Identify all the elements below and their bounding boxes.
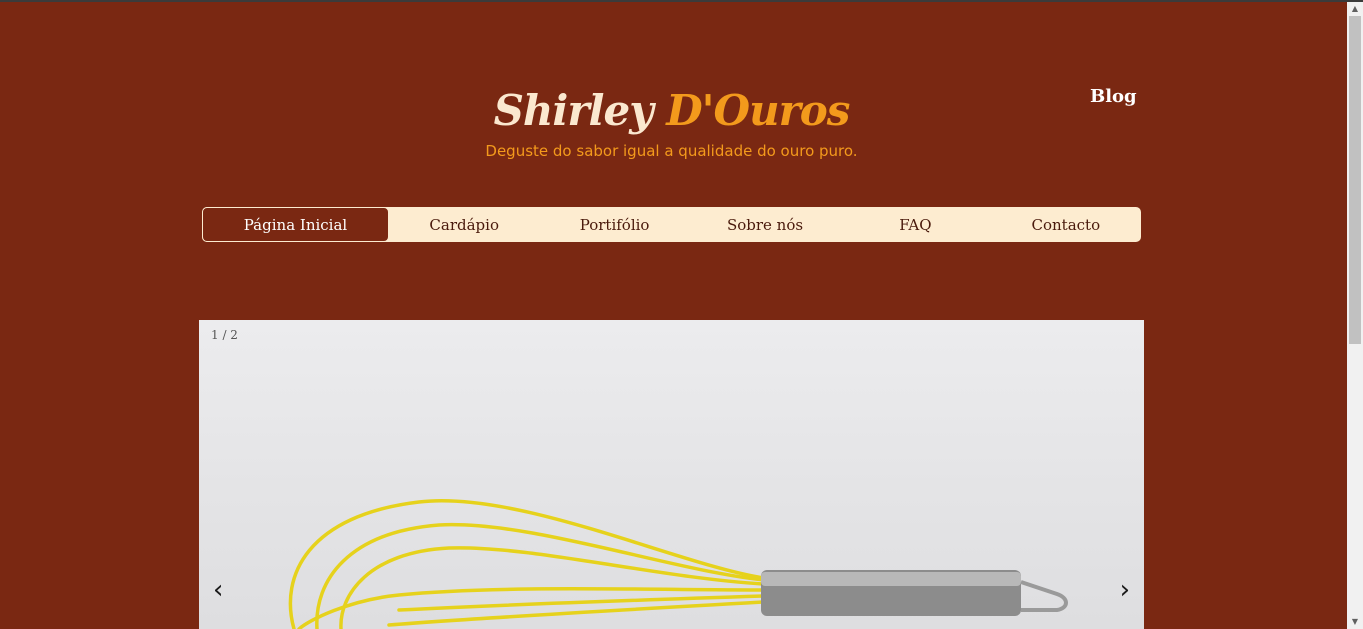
nav-item-contacto[interactable]: Contacto (991, 207, 1141, 242)
nav-item-pagina-inicial[interactable]: Página Inicial (202, 207, 389, 242)
scroll-down-icon[interactable]: ▼ (1347, 615, 1363, 629)
logo-first-word: Shirley (493, 86, 654, 135)
nav-item-portifolio[interactable]: Portifólio (539, 207, 689, 242)
page-scrollbar[interactable]: ▲ ▼ (1347, 2, 1363, 629)
image-slider: 1 / 2 ‹ › (199, 320, 1144, 629)
previous-slide-button[interactable]: ‹ (213, 575, 223, 605)
logo-second-word: D'Ouros (666, 86, 850, 135)
tagline: Deguste do sabor igual a qualidade do ou… (485, 142, 858, 160)
whisk-image (288, 499, 1068, 629)
scroll-up-icon[interactable]: ▲ (1347, 2, 1363, 16)
blog-link[interactable]: Blog (1090, 86, 1137, 107)
main-navigation: Página Inicial Cardápio Portifólio Sobre… (202, 207, 1141, 242)
next-slide-button[interactable]: › (1120, 575, 1130, 605)
nav-item-faq[interactable]: FAQ (840, 207, 990, 242)
scrollbar-thumb[interactable] (1349, 16, 1361, 344)
brand-header: Shirley D'Ouros Deguste do sabor igual a… (0, 84, 1343, 160)
site-logo[interactable]: Shirley D'Ouros (0, 84, 1343, 138)
window-top-border (0, 0, 1363, 2)
nav-item-cardapio[interactable]: Cardápio (389, 207, 539, 242)
nav-item-sobre-nos[interactable]: Sobre nós (690, 207, 840, 242)
slide-counter: 1 / 2 (211, 328, 238, 342)
